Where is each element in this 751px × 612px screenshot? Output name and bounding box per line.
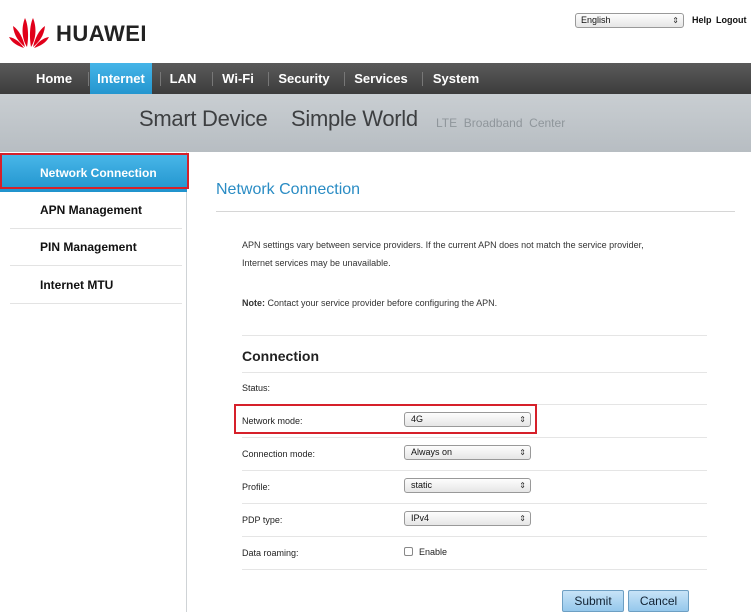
section-divider xyxy=(242,335,707,336)
updown-arrows-icon: ⇕ xyxy=(519,448,526,457)
page-title: Network Connection xyxy=(216,181,361,198)
nav-separator xyxy=(268,72,269,86)
pdp-type-label: PDP type: xyxy=(242,515,283,525)
profile-select[interactable]: static ⇕ xyxy=(404,478,531,493)
connection-mode-value: Always on xyxy=(411,447,453,457)
huawei-logo-icon xyxy=(9,18,49,48)
note-text: Note: Contact your service provider befo… xyxy=(242,294,497,312)
nav-wifi[interactable]: Wi-Fi xyxy=(214,63,262,94)
row-divider xyxy=(242,536,707,537)
updown-arrows-icon: ⇕ xyxy=(519,481,526,490)
main-nav: Home Internet LAN Wi-Fi Security Service… xyxy=(0,63,751,94)
row-divider xyxy=(242,437,707,438)
sidebar-item-apn-management[interactable]: APN Management xyxy=(0,192,187,229)
data-roaming-label: Data roaming: xyxy=(242,548,299,558)
help-link[interactable]: Help xyxy=(692,15,712,25)
connection-mode-select[interactable]: Always on ⇕ xyxy=(404,445,531,460)
nav-system[interactable]: System xyxy=(426,63,486,94)
title-divider xyxy=(216,211,735,212)
nav-services[interactable]: Services xyxy=(348,63,414,94)
data-roaming-checkbox[interactable] xyxy=(404,547,413,556)
note-body: Contact your service provider before con… xyxy=(265,298,498,308)
cancel-button[interactable]: Cancel xyxy=(628,590,689,612)
nav-separator xyxy=(88,72,89,86)
nav-separator xyxy=(422,72,423,86)
nav-lan[interactable]: LAN xyxy=(162,63,204,94)
row-divider xyxy=(242,372,707,373)
banner-subtitle: LTE Broadband Center xyxy=(436,116,566,130)
sidebar: Network Connection APN Management PIN Ma… xyxy=(0,152,187,612)
row-divider xyxy=(242,569,707,570)
data-roaming-checkbox-label[interactable]: Enable xyxy=(419,547,447,557)
banner-slogan-2: Simple World xyxy=(291,106,418,131)
profile-value: static xyxy=(411,480,433,490)
sidebar-divider xyxy=(10,303,182,304)
language-select[interactable]: English ⇕ xyxy=(575,13,684,28)
language-select-value: English xyxy=(581,15,611,25)
nav-internet[interactable]: Internet xyxy=(90,63,152,94)
brand-name: HUAWEI xyxy=(56,21,147,46)
status-label: Status: xyxy=(242,383,271,393)
nav-separator xyxy=(212,72,213,86)
banner-slogan-1: Smart Device xyxy=(139,106,268,131)
pdp-type-value: IPv4 xyxy=(411,513,430,523)
sidebar-highlight-box xyxy=(0,153,189,189)
row-divider xyxy=(242,503,707,504)
nav-security[interactable]: Security xyxy=(272,63,336,94)
updown-arrows-icon: ⇕ xyxy=(519,514,526,523)
nav-home[interactable]: Home xyxy=(27,63,81,94)
submit-button[interactable]: Submit xyxy=(562,590,624,612)
note-label: Note: xyxy=(242,298,265,308)
section-title: Connection xyxy=(242,348,319,364)
nav-separator xyxy=(160,72,161,86)
sidebar-item-pin-management[interactable]: PIN Management xyxy=(0,229,187,266)
row-divider xyxy=(242,470,707,471)
banner: Smart Device Simple World LTE Broadband … xyxy=(0,94,751,152)
nav-separator xyxy=(344,72,345,86)
pdp-type-select[interactable]: IPv4 ⇕ xyxy=(404,511,531,526)
sidebar-item-internet-mtu[interactable]: Internet MTU xyxy=(0,267,187,304)
intro-text-line-2: Internet services may be unavailable. xyxy=(242,258,391,268)
updown-arrows-icon: ⇕ xyxy=(672,16,679,25)
network-mode-highlight-box xyxy=(234,404,537,434)
profile-label: Profile: xyxy=(242,482,271,492)
sidebar-divider xyxy=(10,265,182,266)
intro-text-line-1: APN settings vary between service provid… xyxy=(242,240,644,250)
logout-link[interactable]: Logout xyxy=(716,15,747,25)
connection-mode-label: Connection mode: xyxy=(242,449,316,459)
